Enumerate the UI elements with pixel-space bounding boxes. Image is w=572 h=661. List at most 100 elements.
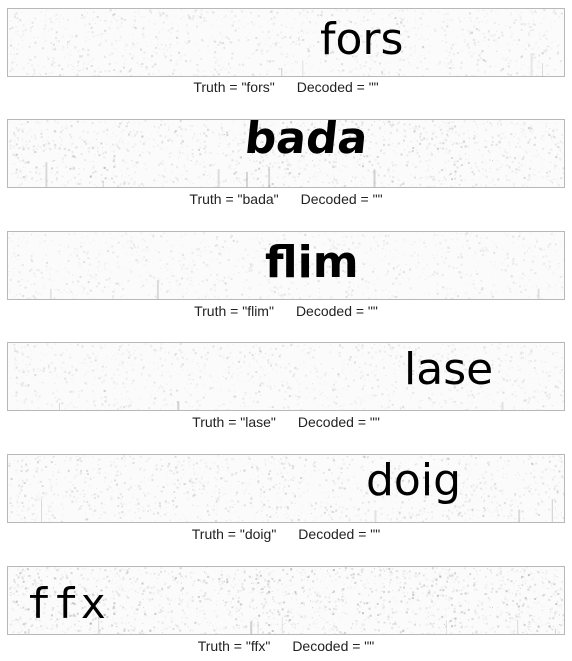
noise-speck — [21, 182, 23, 185]
noise-speck — [540, 360, 542, 362]
noise-speck — [115, 282, 118, 285]
noise-speck — [51, 167, 53, 170]
noise-speck — [41, 405, 42, 407]
noise-speck — [528, 363, 530, 365]
noise-speck — [559, 60, 562, 63]
noise-speck — [557, 281, 559, 283]
noise-speck — [21, 264, 24, 267]
noise-speck — [400, 269, 401, 271]
noise-speck — [542, 34, 545, 37]
noise-speck — [39, 146, 42, 149]
noise-speck — [232, 269, 234, 270]
noise-speck — [48, 272, 50, 274]
noise-speck — [513, 183, 516, 186]
noise-speck — [26, 72, 29, 75]
noise-speck — [14, 16, 16, 19]
noise-speck — [37, 291, 39, 293]
noise-speck — [428, 25, 430, 27]
noise-speck — [563, 176, 564, 179]
noise-speck — [190, 160, 191, 162]
noise-speck — [172, 275, 175, 278]
noise-speck — [402, 271, 405, 274]
noise-speck — [244, 15, 246, 17]
noise-speck — [106, 269, 108, 271]
noise-speck — [527, 22, 530, 25]
noise-speck — [419, 142, 422, 145]
noise-speck — [183, 165, 185, 167]
noise-speck — [175, 291, 177, 293]
noise-speck — [203, 17, 206, 20]
noise-speck — [111, 52, 114, 55]
noise-speck — [342, 372, 344, 374]
noise-speck — [505, 164, 507, 166]
noise-speck — [440, 256, 442, 257]
noise-speck — [233, 274, 235, 276]
noise-speck — [197, 296, 199, 298]
noise-speck — [551, 138, 552, 140]
noise-speck — [266, 40, 268, 42]
noise-speck — [492, 275, 494, 277]
noise-speck — [425, 25, 427, 27]
noise-speck — [489, 261, 491, 263]
noise-speck — [71, 145, 73, 147]
noise-speck — [69, 40, 71, 41]
noise-speck — [20, 346, 23, 349]
noise-speck — [72, 132, 74, 134]
noise-speck — [485, 163, 487, 165]
noise-speck — [220, 123, 223, 126]
noise-speck — [538, 54, 541, 57]
noise-speck — [26, 297, 29, 299]
noise-speck — [227, 121, 229, 123]
noise-speck — [216, 376, 218, 378]
noise-speck — [180, 365, 183, 368]
noise-speck — [478, 149, 480, 151]
noise-speck — [63, 289, 65, 291]
noise-speck — [43, 286, 46, 289]
noise-speck — [65, 75, 67, 76]
noise-speck — [549, 162, 551, 163]
noise-speck — [314, 179, 315, 181]
noise-speck — [30, 274, 31, 276]
noise-speck — [100, 173, 103, 176]
noise-speck — [462, 246, 464, 248]
noise-speck — [153, 276, 156, 279]
noise-speck — [397, 179, 400, 181]
noise-speck — [94, 232, 97, 235]
noise-speck — [341, 387, 343, 389]
noise-speck — [405, 34, 407, 36]
noise-speck — [507, 43, 509, 45]
noise-speck — [412, 48, 415, 51]
noise-speck — [112, 251, 115, 254]
noise-speck — [458, 271, 461, 274]
noise-speck — [56, 171, 59, 174]
noise-speck — [328, 182, 331, 184]
noise-speck — [50, 268, 52, 270]
noise-speck — [44, 234, 47, 237]
noise-speck — [551, 182, 553, 184]
noise-speck — [190, 276, 193, 279]
captcha-word: fors — [320, 14, 404, 65]
noise-speck — [425, 278, 427, 280]
noise-speck — [452, 239, 453, 241]
noise-speck — [319, 288, 321, 290]
noise-speck — [479, 57, 482, 60]
noise-speck — [312, 356, 315, 359]
noise-speck — [285, 288, 287, 290]
noise-speck — [130, 183, 132, 185]
noise-speck — [72, 274, 74, 276]
noise-speck — [48, 268, 49, 270]
noise-speck — [292, 169, 294, 171]
noise-speck — [202, 161, 204, 163]
noise-speck — [498, 24, 500, 26]
noise-speck — [499, 30, 500, 32]
noise-speck — [42, 242, 44, 244]
noise-speck — [124, 18, 126, 21]
noise-speck — [369, 247, 372, 250]
noise-speck — [220, 32, 222, 34]
noise-speck — [482, 277, 484, 278]
noise-speck — [177, 25, 179, 26]
noise-speck — [144, 282, 146, 284]
noise-speck — [248, 287, 251, 290]
noise-speck — [345, 296, 348, 298]
noise-speck — [393, 150, 395, 152]
